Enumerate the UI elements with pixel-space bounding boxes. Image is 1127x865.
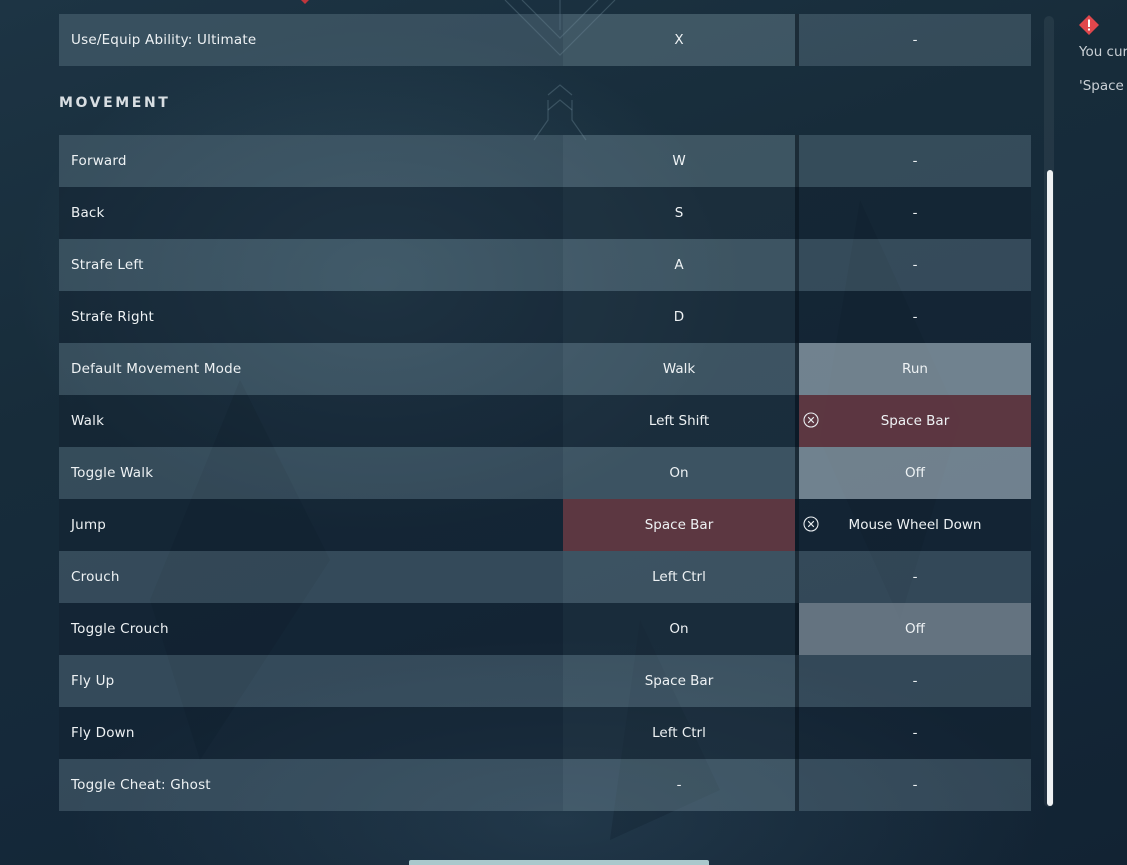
primary-toggle-option[interactable]: On xyxy=(563,603,795,655)
secondary-binding[interactable]: - xyxy=(799,187,1031,239)
primary-toggle-option[interactable]: On xyxy=(563,447,795,499)
action-label: Walk xyxy=(71,413,105,429)
secondary-toggle-option-selected[interactable]: Off xyxy=(799,447,1031,499)
primary-binding[interactable]: Left Shift xyxy=(563,395,795,447)
secondary-binding-conflict[interactable]: Space Bar xyxy=(799,395,1031,447)
secondary-toggle-option-selected[interactable]: Run xyxy=(799,343,1031,395)
keybind-row-toggle-crouch: Toggle Crouch On Off xyxy=(59,603,1031,655)
keybind-row-ultimate: Use/Equip Ability: Ultimate X - xyxy=(59,14,1031,66)
secondary-binding[interactable]: - xyxy=(799,291,1031,343)
clear-binding-icon[interactable] xyxy=(803,516,819,532)
secondary-binding[interactable]: - xyxy=(799,14,1031,66)
keybind-row-strafe-left: Strafe Left A - xyxy=(59,239,1031,291)
action-label: Jump xyxy=(71,517,107,533)
primary-binding[interactable]: W xyxy=(563,135,795,187)
warning-diamond-icon xyxy=(1079,15,1099,35)
binding-text: Mouse Wheel Down xyxy=(848,517,982,533)
keybind-row-jump: Jump Space Bar Mouse Wheel Down xyxy=(59,499,1031,551)
secondary-binding[interactable]: - xyxy=(799,655,1031,707)
action-label: Fly Down xyxy=(71,725,135,741)
bottom-tab-indicator[interactable] xyxy=(409,860,709,865)
scrollbar-thumb[interactable] xyxy=(1047,170,1053,806)
secondary-binding[interactable]: - xyxy=(799,135,1031,187)
action-label: Use/Equip Ability: Ultimate xyxy=(71,32,257,48)
primary-binding-conflict[interactable]: Space Bar xyxy=(563,499,795,551)
action-label: Strafe Right xyxy=(71,309,154,325)
action-label: Forward xyxy=(71,153,127,169)
keybind-row-fly-down: Fly Down Left Ctrl - xyxy=(59,707,1031,759)
keybind-row-strafe-right: Strafe Right D - xyxy=(59,291,1031,343)
action-label: Back xyxy=(71,205,105,221)
action-label: Crouch xyxy=(71,569,120,585)
secondary-binding[interactable]: - xyxy=(799,551,1031,603)
action-label: Toggle Walk xyxy=(71,465,154,481)
action-label: Fly Up xyxy=(71,673,115,689)
primary-binding[interactable]: D xyxy=(563,291,795,343)
keybind-row-walk: Walk Left Shift Space Bar xyxy=(59,395,1031,447)
binding-text: Space Bar xyxy=(880,413,950,429)
keybind-row-default-movement-mode: Default Movement Mode Walk Run xyxy=(59,343,1031,395)
primary-binding[interactable]: - xyxy=(563,759,795,811)
conflict-notice: You cur 'Space xyxy=(1070,12,1127,112)
keybind-row-toggle-walk: Toggle Walk On Off xyxy=(59,447,1031,499)
keybind-list[interactable]: Use/Equip Ability: Ultimate X - MOVEMENT… xyxy=(0,0,1040,865)
keybind-row-fly-up: Fly Up Space Bar - xyxy=(59,655,1031,707)
secondary-binding[interactable]: - xyxy=(799,759,1031,811)
secondary-binding[interactable]: - xyxy=(799,239,1031,291)
section-title: MOVEMENT xyxy=(59,95,171,111)
clear-binding-icon[interactable] xyxy=(803,412,819,428)
action-label: Toggle Crouch xyxy=(71,621,169,637)
keybind-row-crouch: Crouch Left Ctrl - xyxy=(59,551,1031,603)
action-label: Toggle Cheat: Ghost xyxy=(71,777,211,793)
primary-toggle-option[interactable]: Walk xyxy=(563,343,795,395)
primary-binding[interactable]: Space Bar xyxy=(563,655,795,707)
keybind-row-forward: Forward W - xyxy=(59,135,1031,187)
keybind-row-back: Back S - xyxy=(59,187,1031,239)
primary-binding[interactable]: A xyxy=(563,239,795,291)
primary-binding[interactable]: Left Ctrl xyxy=(563,551,795,603)
secondary-binding[interactable]: Mouse Wheel Down xyxy=(799,499,1031,551)
primary-binding[interactable]: S xyxy=(563,187,795,239)
primary-binding[interactable]: Left Ctrl xyxy=(563,707,795,759)
primary-binding[interactable]: X xyxy=(563,14,795,66)
secondary-toggle-option-selected[interactable]: Off xyxy=(799,603,1031,655)
notice-text-line-2: 'Space xyxy=(1079,78,1124,94)
keybind-row-toggle-cheat-ghost: Toggle Cheat: Ghost - - xyxy=(59,759,1031,811)
action-label: Default Movement Mode xyxy=(71,361,242,377)
secondary-binding[interactable]: - xyxy=(799,707,1031,759)
notice-text-line-1: You cur xyxy=(1079,44,1127,60)
action-label: Strafe Left xyxy=(71,257,144,273)
